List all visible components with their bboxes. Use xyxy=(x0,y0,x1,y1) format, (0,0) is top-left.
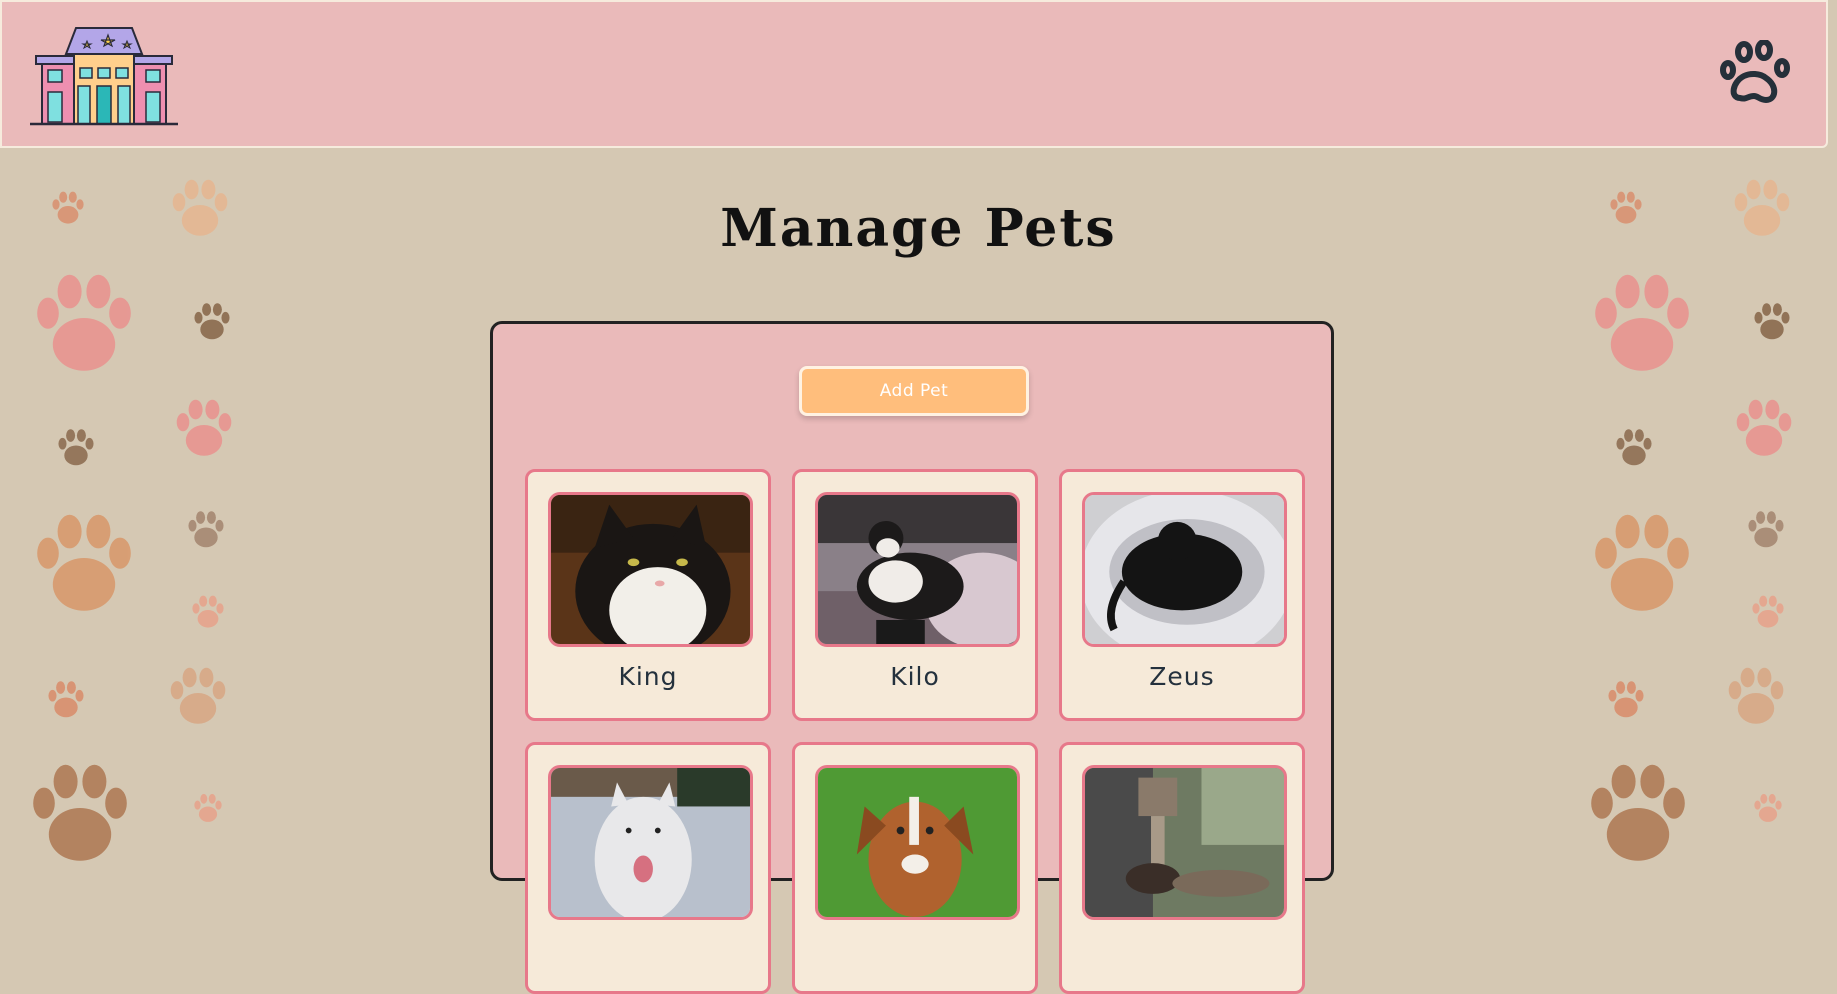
pet-name: Zeus xyxy=(1149,662,1215,691)
top-header xyxy=(0,0,1828,148)
pet-photo xyxy=(1082,765,1287,920)
pet-name: King xyxy=(618,662,678,691)
pet-photo xyxy=(1082,492,1287,647)
pet-card[interactable]: King xyxy=(525,469,771,721)
page-title: Manage Pets xyxy=(720,198,1117,259)
pet-card[interactable] xyxy=(525,742,771,994)
paw-icon[interactable] xyxy=(1720,39,1800,110)
pet-card[interactable]: Zeus xyxy=(1059,469,1305,721)
pet-photo xyxy=(548,765,753,920)
pet-card[interactable] xyxy=(1059,742,1305,994)
pet-card[interactable]: Kilo xyxy=(792,469,1038,721)
hotel-building-icon[interactable] xyxy=(30,22,178,128)
pet-name: Kilo xyxy=(890,662,940,691)
pet-photo xyxy=(815,765,1020,920)
decorative-paw-prints-right xyxy=(1570,170,1830,869)
decorative-paw-prints-left xyxy=(0,170,260,869)
pet-photo xyxy=(815,492,1020,647)
add-pet-button[interactable]: Add Pet xyxy=(799,366,1029,416)
pet-card[interactable] xyxy=(792,742,1038,994)
pets-panel: Add Pet King Kilo Zeus xyxy=(490,321,1334,994)
pet-photo xyxy=(548,492,753,647)
